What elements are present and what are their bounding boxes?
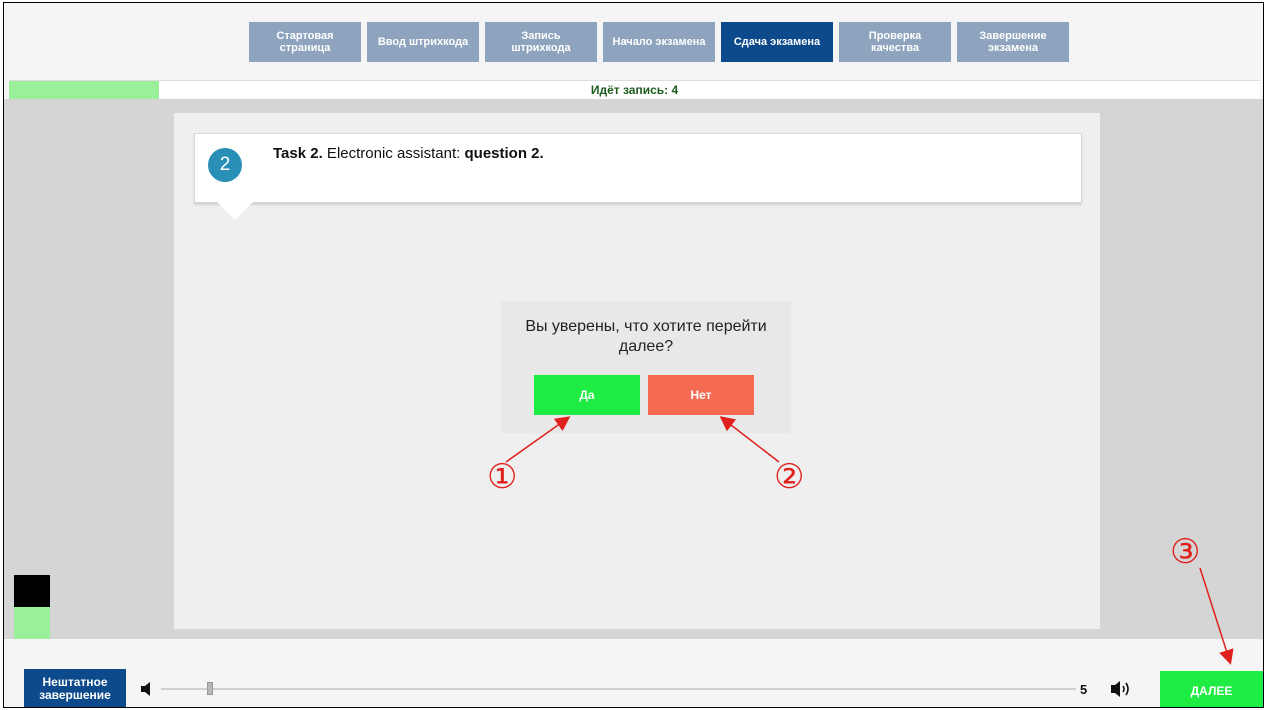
bottom-bar: Нештатное завершение 5 ДАЛЕЕ bbox=[4, 639, 1263, 707]
volume-slider-handle[interactable] bbox=[206, 682, 213, 695]
recording-status: Идёт запись: 4 bbox=[590, 83, 679, 97]
tab-barcode-record[interactable]: Запись штрихкода bbox=[485, 22, 597, 62]
task-header-card: 2 Task 2. Electronic assistant: question… bbox=[194, 133, 1082, 220]
step-tabs: Стартовая страница Ввод штрихкода Запись… bbox=[249, 22, 1069, 62]
volume-value: 5 bbox=[1080, 682, 1088, 697]
main-area: 2 Task 2. Electronic assistant: question… bbox=[4, 99, 1263, 707]
yes-button[interactable]: Да bbox=[534, 375, 640, 415]
emergency-finish-button[interactable]: Нештатное завершение bbox=[24, 669, 126, 707]
task-text: Electronic assistant: bbox=[322, 145, 465, 162]
tab-exam-start[interactable]: Начало экзамена bbox=[603, 22, 715, 62]
confirm-question: Вы уверены, что хотите перейти далее? bbox=[525, 318, 767, 355]
recording-progress-bar: Идёт запись: 4 bbox=[9, 80, 1260, 100]
task-number-badge: 2 bbox=[208, 148, 242, 182]
task-suffix: question 2. bbox=[464, 145, 544, 162]
next-button[interactable]: ДАЛЕЕ bbox=[1160, 671, 1263, 707]
tab-barcode-input[interactable]: Ввод штрихкода bbox=[367, 22, 479, 62]
task-card-pointer bbox=[217, 202, 253, 220]
no-button[interactable]: Нет bbox=[648, 375, 754, 415]
tab-start-page[interactable]: Стартовая страница bbox=[249, 22, 361, 62]
speaker-high-icon bbox=[1111, 681, 1129, 697]
app-window: Стартовая страница Ввод штрихкода Запись… bbox=[3, 2, 1264, 708]
confirm-dialog: Вы уверены, что хотите перейти далее? Да… bbox=[501, 301, 791, 433]
task-panel: 2 Task 2. Electronic assistant: question… bbox=[174, 113, 1100, 629]
top-navigation: Стартовая страница Ввод штрихкода Запись… bbox=[4, 3, 1263, 79]
tab-exam-finish[interactable]: Завершение экзамена bbox=[957, 22, 1069, 62]
meter-top-segment bbox=[14, 575, 50, 607]
volume-slider[interactable] bbox=[161, 682, 1076, 695]
task-title: Task 2. Electronic assistant: question 2… bbox=[273, 145, 544, 162]
tab-exam-taking[interactable]: Сдача экзамена bbox=[721, 22, 833, 62]
tab-quality-check[interactable]: Проверка качества bbox=[839, 22, 951, 62]
task-prefix: Task 2. bbox=[273, 145, 323, 162]
speaker-low-icon bbox=[141, 682, 150, 696]
